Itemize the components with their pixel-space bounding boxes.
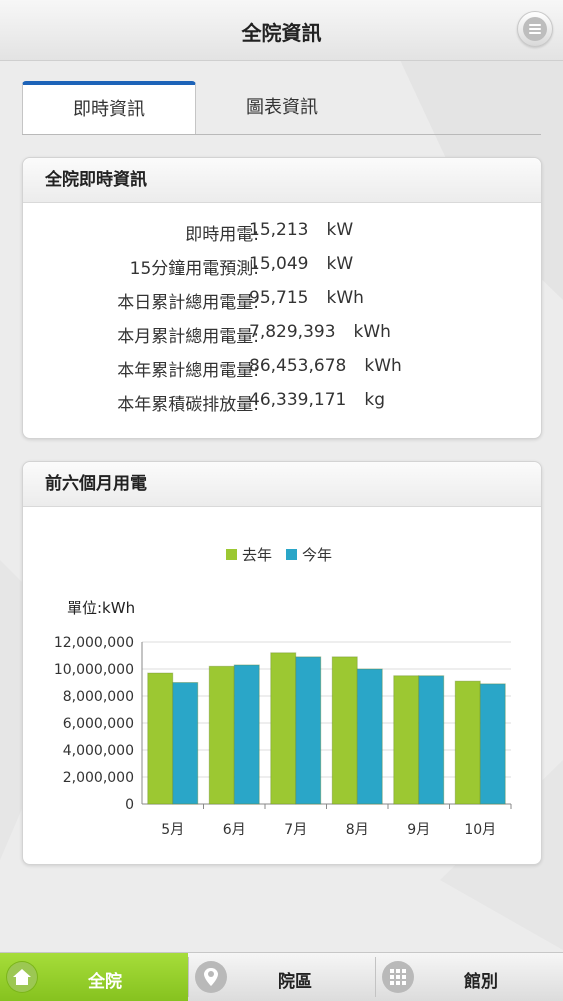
nav-item-campus[interactable]: 院區 (189, 953, 375, 1001)
info-row: 本日累計總用電量: 95,715 kWh (23, 288, 541, 318)
hamburger-menu-icon (523, 17, 547, 41)
info-value-unit: kW (326, 254, 354, 274)
bar-this-year (418, 675, 445, 805)
info-value-unit: kWh (353, 322, 391, 342)
info-value-number: 7,829,393 (249, 322, 336, 342)
bar-last-year (208, 665, 235, 805)
info-value: 86,453,678 kWh (249, 356, 402, 376)
usage-bar-chart: 去年 今年單位:kWh 0 2,000,000 4,000,000 6,000,000 8,… (54, 546, 512, 838)
x-tick-label: 10月 (464, 822, 496, 838)
info-value-number: 46,339,171 (249, 390, 347, 410)
info-value-number: 15,049 (249, 254, 309, 274)
info-value-unit: kW (326, 220, 354, 240)
bar-last-year (147, 672, 174, 805)
info-value: 15,049 kW (249, 254, 353, 274)
y-tick-label: 2,000,000 (63, 770, 134, 786)
panel-title: 全院即時資訊 (23, 158, 541, 203)
bar-last-year (393, 675, 420, 805)
nav-label: 全院 (88, 972, 122, 992)
six-month-usage-panel: 前六個月用電 去年 今年單位:kWh 0 2,000,000 4,000,000 6,00… (22, 461, 542, 865)
home-icon (6, 961, 38, 993)
info-row: 本年累計總用電量: 86,453,678 kWh (23, 356, 541, 386)
bar-last-year (454, 680, 481, 805)
info-row: 15分鐘用電預測: 15,049 kW (23, 254, 541, 284)
info-value: 46,339,171 kg (249, 390, 385, 410)
info-value-number: 95,715 (249, 288, 309, 308)
legend-swatch (286, 549, 297, 560)
info-label: 本日累計總用電量: (117, 293, 259, 313)
y-tick-label: 0 (125, 797, 134, 813)
grid-icon (382, 961, 414, 993)
info-value: 7,829,393 kWh (249, 322, 391, 342)
info-value-number: 15,213 (249, 220, 309, 240)
x-tick-label: 5月 (161, 822, 184, 838)
legend-label: 去年 (242, 546, 272, 564)
bar-last-year (331, 656, 358, 805)
y-tick-label: 12,000,000 (54, 635, 134, 651)
nav-item-hospital[interactable]: 全院 (0, 953, 188, 1001)
info-row: 本年累積碳排放量: 46,339,171 kg (23, 390, 541, 420)
info-label: 本年累計總用電量: (117, 361, 259, 381)
info-value-unit: kWh (364, 356, 402, 376)
legend-label: 今年 (302, 546, 332, 564)
bottom-navigation: 全院 院區 館別 (0, 952, 563, 1001)
nav-label: 院區 (278, 972, 312, 992)
y-tick-label: 10,000,000 (54, 662, 134, 678)
info-label: 本月累計總用電量: (117, 327, 259, 347)
menu-button[interactable] (517, 11, 553, 47)
y-tick-label: 4,000,000 (63, 743, 134, 759)
info-value-unit: kg (364, 390, 385, 410)
tab-bar: 即時資訊 圖表資訊 (22, 81, 541, 135)
y-tick-label: 6,000,000 (63, 716, 134, 732)
nav-label: 館別 (464, 972, 498, 992)
info-value-unit: kWh (326, 288, 364, 308)
panel-title: 前六個月用電 (23, 462, 541, 507)
page-title: 全院資訊 (241, 21, 322, 45)
info-value: 95,715 kWh (249, 288, 364, 308)
x-tick-label: 8月 (346, 822, 369, 838)
y-tick-label: 8,000,000 (63, 689, 134, 705)
bar-this-year (172, 682, 199, 805)
info-row: 即時用電: 15,213 kW (23, 220, 541, 250)
location-pin-icon (195, 961, 227, 993)
bar-last-year (270, 652, 297, 805)
realtime-info-panel: 全院即時資訊 即時用電: 15,213 kW 15分鐘用電預測: 15,049 kW 本日累… (22, 157, 542, 439)
info-label: 本年累積碳排放量: (117, 395, 259, 415)
app-header: 全院資訊 (0, 0, 563, 61)
info-label: 15分鐘用電預測: (129, 259, 259, 279)
tab-realtime-info[interactable]: 即時資訊 (22, 81, 196, 134)
info-row: 本月累計總用電量: 7,829,393 kWh (23, 322, 541, 352)
x-tick-label: 7月 (284, 822, 307, 838)
bar-this-year (479, 683, 506, 805)
info-label: 即時用電: (185, 225, 259, 245)
bar-this-year (356, 668, 383, 805)
bar-this-year (233, 664, 260, 805)
tab-chart-info[interactable]: 圖表資訊 (196, 81, 368, 133)
x-tick-label: 6月 (223, 822, 246, 838)
legend-swatch (226, 549, 237, 560)
info-value-number: 86,453,678 (249, 356, 347, 376)
chart-unit-label: 單位:kWh (67, 599, 135, 617)
x-tick-label: 9月 (407, 822, 430, 838)
bar-this-year (295, 656, 322, 805)
info-value: 15,213 kW (249, 220, 353, 240)
nav-item-building[interactable]: 館別 (376, 953, 563, 1001)
